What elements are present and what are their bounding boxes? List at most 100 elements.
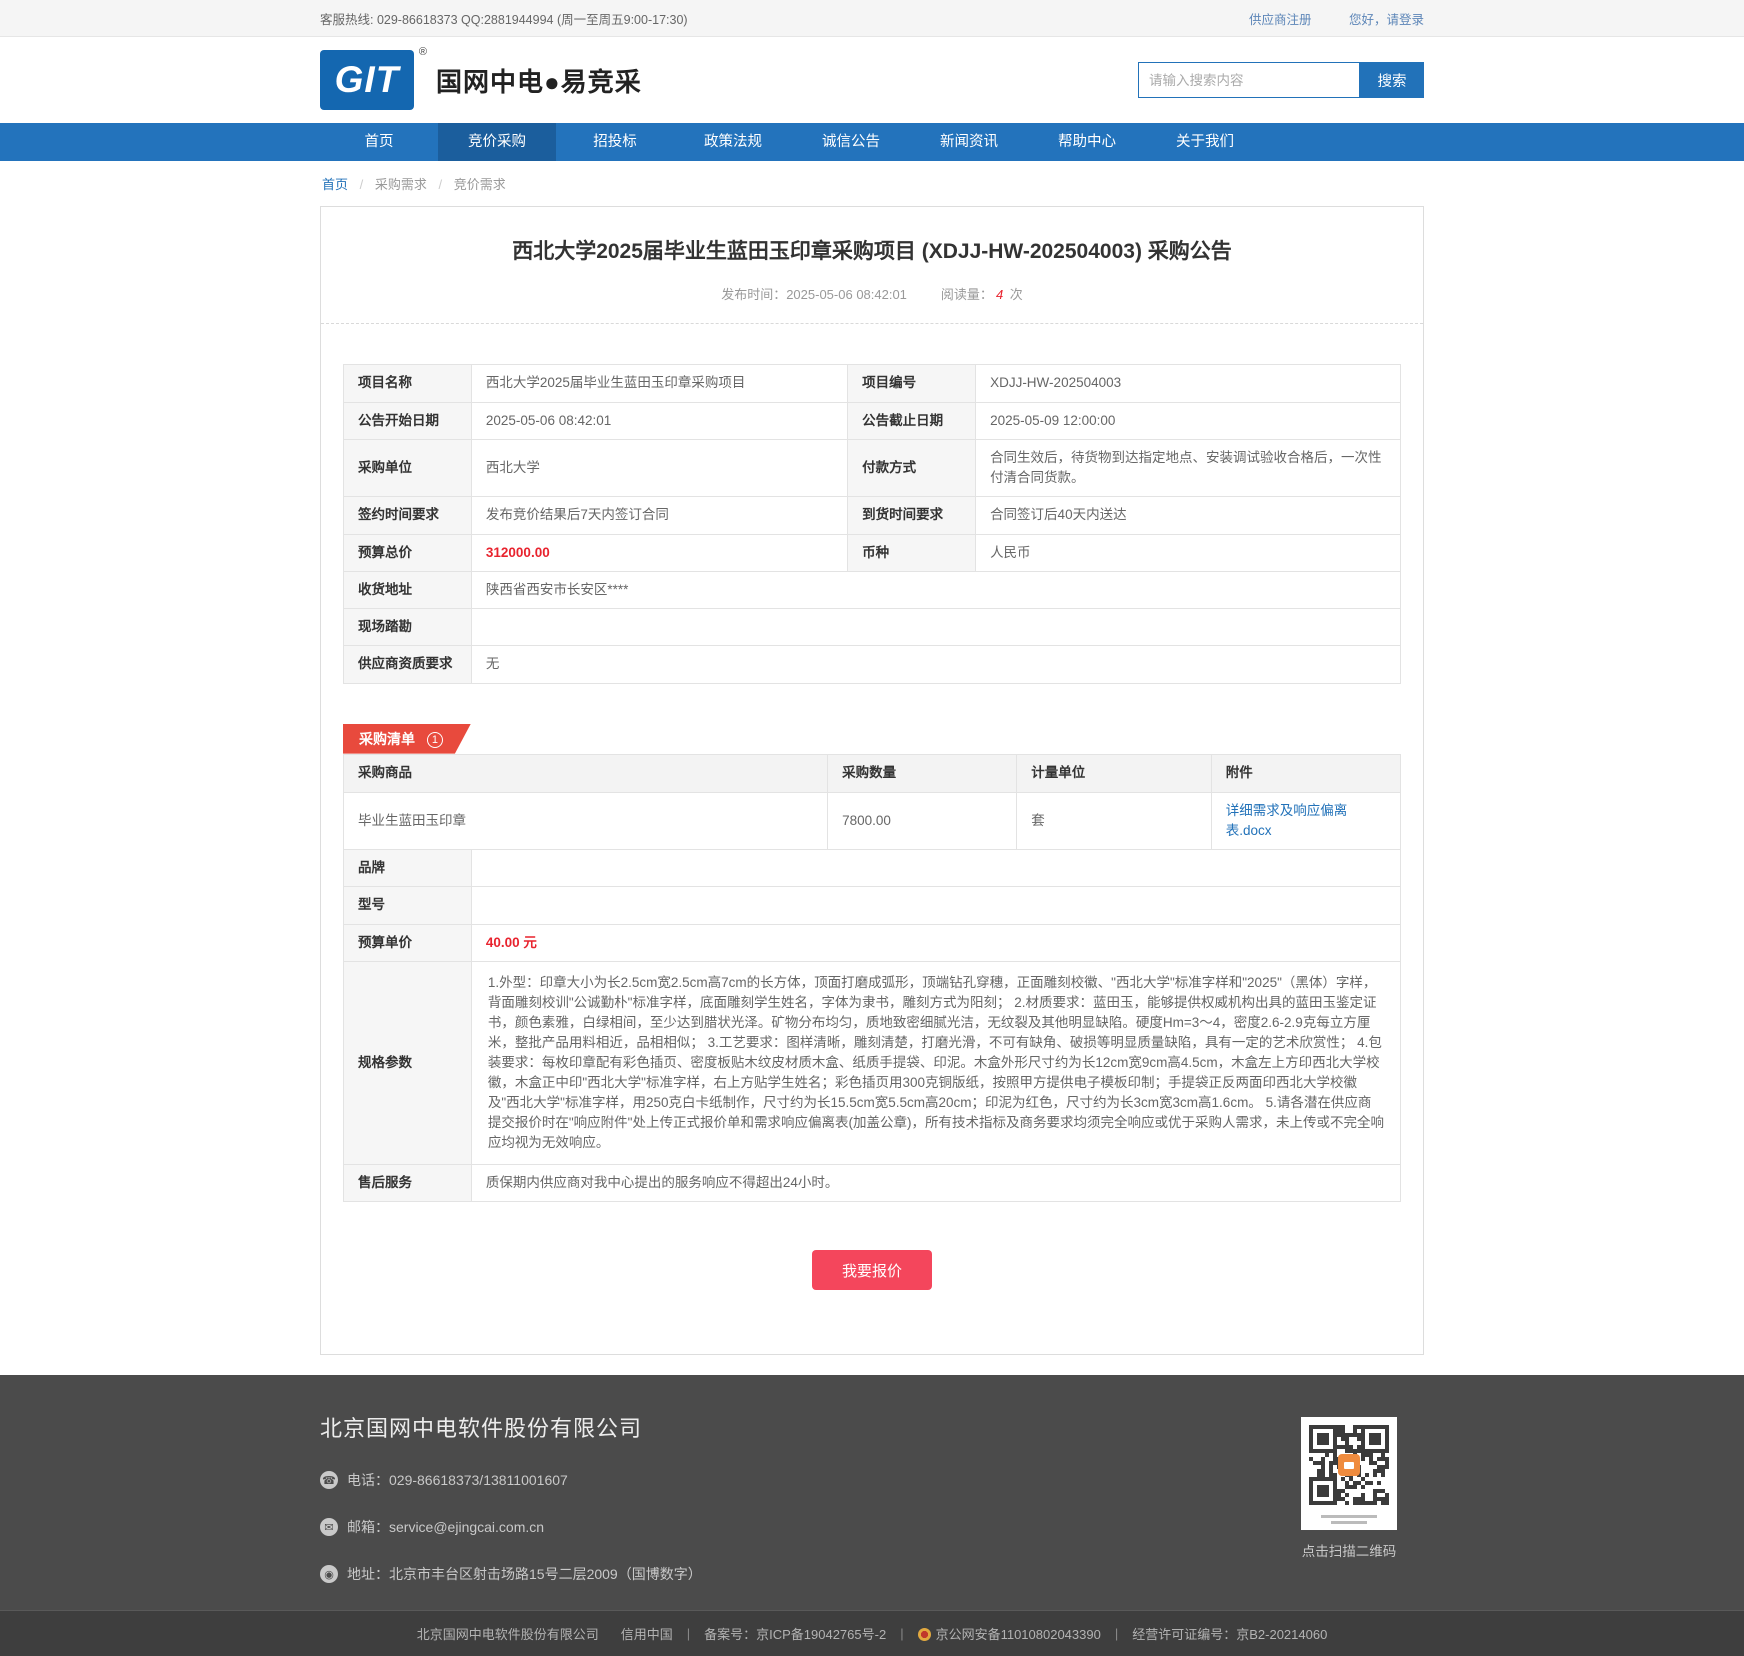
buyer-value: 西北大学 bbox=[471, 439, 847, 497]
table-row: 采购单位 西北大学 付款方式 合同生效后，待货物到达指定地点、安装调试验收合格后… bbox=[344, 439, 1401, 497]
credit-china-link[interactable]: 信用中国 bbox=[621, 1624, 673, 1643]
spec-label: 规格参数 bbox=[344, 961, 472, 1164]
table-header-row: 采购商品 采购数量 计量单位 附件 bbox=[344, 754, 1401, 792]
breadcrumb-bidding-demand: 竞价需求 bbox=[454, 177, 506, 192]
site-survey-label: 现场踏勘 bbox=[344, 609, 472, 646]
col-unit-header: 计量单位 bbox=[1017, 754, 1211, 792]
site-title: 国网中电●易竞采 bbox=[436, 62, 642, 99]
model-value bbox=[471, 887, 1400, 924]
col-qty-header: 采购数量 bbox=[828, 754, 1017, 792]
phone-label: 电话： bbox=[347, 1470, 389, 1490]
nav-item-news[interactable]: 新闻资讯 bbox=[910, 123, 1028, 161]
table-row: 公告开始日期 2025-05-06 08:42:01 公告截止日期 2025-0… bbox=[344, 402, 1401, 439]
attachment-link[interactable]: 详细需求及响应偏离表.docx bbox=[1226, 803, 1348, 838]
payment-label: 付款方式 bbox=[848, 439, 976, 497]
breadcrumb-home[interactable]: 首页 bbox=[322, 177, 348, 192]
sign-time-label: 签约时间要求 bbox=[344, 497, 472, 534]
nav-item-about[interactable]: 关于我们 bbox=[1146, 123, 1264, 161]
notice-title: 西北大学2025届毕业生蓝田玉印章采购项目 (XDJJ-HW-202504003… bbox=[361, 237, 1383, 266]
product-unit-value: 套 bbox=[1017, 792, 1211, 850]
qr-caption-bar bbox=[1331, 1521, 1368, 1524]
sign-time-value: 发布竞价结果后7天内签订合同 bbox=[471, 497, 847, 534]
views-unit: 次 bbox=[1010, 287, 1023, 302]
delivery-time-value: 合同签订后40天内送达 bbox=[976, 497, 1401, 534]
police-record-link[interactable]: 京公网安备11010802043390 bbox=[936, 1624, 1101, 1643]
mail-icon: ✉ bbox=[320, 1518, 338, 1536]
purchase-list-ribbon: 采购清单 1 bbox=[343, 724, 471, 754]
bottombar-separator: | bbox=[687, 1626, 690, 1641]
notice-card: 西北大学2025届毕业生蓝田玉印章采购项目 (XDJJ-HW-202504003… bbox=[320, 206, 1424, 1355]
currency-label: 币种 bbox=[848, 534, 976, 571]
bottombar-company: 北京国网中电软件股份有限公司 bbox=[417, 1624, 599, 1643]
phone-icon: ☎ bbox=[320, 1471, 338, 1489]
buyer-label: 采购单位 bbox=[344, 439, 472, 497]
table-row: 预算单价 40.00 元 bbox=[344, 924, 1401, 961]
topbar: 客服热线: 029-86618373 QQ:2881944994 (周一至周五9… bbox=[0, 0, 1744, 37]
qualification-label: 供应商资质要求 bbox=[344, 646, 472, 683]
footer-phone-row: ☎ 电话： 029-86618373/13811001607 bbox=[320, 1470, 702, 1490]
quote-button[interactable]: 我要报价 bbox=[812, 1250, 932, 1290]
copyright-bar: 北京国网中电软件股份有限公司 信用中国 | 备案号：京ICP备19042765号… bbox=[0, 1610, 1744, 1656]
site-header: GIT ® 国网中电●易竞采 搜索 bbox=[0, 37, 1744, 123]
breadcrumb-purchase-demand[interactable]: 采购需求 bbox=[375, 177, 427, 192]
table-row: 品牌 bbox=[344, 850, 1401, 887]
table-row: 售后服务 质保期内供应商对我中心提出的服务响应不得超出24小时。 bbox=[344, 1164, 1401, 1201]
nav-item-help[interactable]: 帮助中心 bbox=[1028, 123, 1146, 161]
purchase-list-label: 采购清单 bbox=[359, 731, 415, 747]
purchase-list-count-badge: 1 bbox=[427, 732, 443, 748]
nav-item-policy[interactable]: 政策法规 bbox=[674, 123, 792, 161]
nav-item-home[interactable]: 首页 bbox=[320, 123, 438, 161]
license-number: 经营许可证编号：京B2-20214060 bbox=[1132, 1624, 1327, 1643]
search-input[interactable] bbox=[1138, 62, 1360, 98]
breadcrumb: 首页 / 采购需求 / 竞价需求 bbox=[320, 161, 1424, 206]
publish-time-label: 发布时间： bbox=[721, 287, 786, 302]
brand-label: 品牌 bbox=[344, 850, 472, 887]
site-footer: 北京国网中电软件股份有限公司 ☎ 电话： 029-86618373/138110… bbox=[0, 1375, 1744, 1610]
icp-number: 备案号：京ICP备19042765号-2 bbox=[704, 1624, 886, 1643]
breadcrumb-separator: / bbox=[439, 177, 443, 192]
main-nav: 首页 竞价采购 招投标 政策法规 诚信公告 新闻资讯 帮助中心 关于我们 bbox=[0, 123, 1744, 161]
currency-value: 人民币 bbox=[976, 534, 1401, 571]
project-info-table: 项目名称 西北大学2025届毕业生蓝田玉印章采购项目 项目编号 XDJJ-HW-… bbox=[343, 364, 1401, 683]
search-bar: 搜索 bbox=[1138, 62, 1424, 98]
hotline-text: 客服热线: 029-86618373 QQ:2881944994 (周一至周五9… bbox=[320, 9, 688, 28]
bottombar-separator: | bbox=[1115, 1626, 1118, 1641]
nav-item-bidding-purchase[interactable]: 竞价采购 bbox=[438, 123, 556, 161]
col-attachment-header: 附件 bbox=[1211, 754, 1400, 792]
email-value: service@ejingcai.com.cn bbox=[389, 1519, 544, 1535]
end-date-value: 2025-05-09 12:00:00 bbox=[976, 402, 1401, 439]
address-value: 北京市丰台区射击场路15号二层2009（国博数字） bbox=[389, 1564, 702, 1584]
table-row: 签约时间要求 发布竞价结果后7天内签订合同 到货时间要求 合同签订后40天内送达 bbox=[344, 497, 1401, 534]
unit-price-label: 预算单价 bbox=[344, 924, 472, 961]
col-product-header: 采购商品 bbox=[344, 754, 828, 792]
table-row: 供应商资质要求 无 bbox=[344, 646, 1401, 683]
project-no-value: XDJJ-HW-202504003 bbox=[976, 365, 1401, 402]
breadcrumb-separator: / bbox=[360, 177, 364, 192]
spec-value: 1.外型：印章大小为长2.5cm宽2.5cm高7cm的长方体，顶面打磨成弧形，顶… bbox=[471, 961, 1400, 1164]
table-row: 型号 bbox=[344, 887, 1401, 924]
qr-code[interactable] bbox=[1301, 1417, 1397, 1530]
ship-address-label: 收货地址 bbox=[344, 571, 472, 608]
budget-label: 预算总价 bbox=[344, 534, 472, 571]
supplier-register-link[interactable]: 供应商注册 bbox=[1249, 13, 1312, 27]
login-link[interactable]: 您好，请登录 bbox=[1349, 13, 1424, 27]
ship-address-value: 陕西省西安市长安区**** bbox=[471, 571, 1400, 608]
product-qty-value: 7800.00 bbox=[828, 792, 1017, 850]
after-sales-value: 质保期内供应商对我中心提出的服务响应不得超出24小时。 bbox=[471, 1164, 1400, 1201]
after-sales-label: 售后服务 bbox=[344, 1164, 472, 1201]
git-logo[interactable]: GIT ® bbox=[320, 50, 414, 110]
email-label: 邮箱： bbox=[347, 1517, 389, 1537]
nav-item-integrity[interactable]: 诚信公告 bbox=[792, 123, 910, 161]
nav-item-tender[interactable]: 招投标 bbox=[556, 123, 674, 161]
git-logo-text: GIT bbox=[335, 59, 400, 101]
product-name-value: 毕业生蓝田玉印章 bbox=[344, 792, 828, 850]
views-label: 阅读量： bbox=[941, 287, 993, 302]
budget-value: 312000.00 bbox=[471, 534, 847, 571]
table-row: 预算总价 312000.00 币种 人民币 bbox=[344, 534, 1401, 571]
model-label: 型号 bbox=[344, 887, 472, 924]
publish-info: 发布时间：2025-05-06 08:42:01阅读量：4 次 bbox=[361, 284, 1383, 303]
table-row: 规格参数 1.外型：印章大小为长2.5cm宽2.5cm高7cm的长方体，顶面打磨… bbox=[344, 961, 1401, 1164]
phone-value: 029-86618373/13811001607 bbox=[389, 1472, 568, 1488]
search-button[interactable]: 搜索 bbox=[1360, 62, 1424, 98]
table-row: 毕业生蓝田玉印章 7800.00 套 详细需求及响应偏离表.docx bbox=[344, 792, 1401, 850]
